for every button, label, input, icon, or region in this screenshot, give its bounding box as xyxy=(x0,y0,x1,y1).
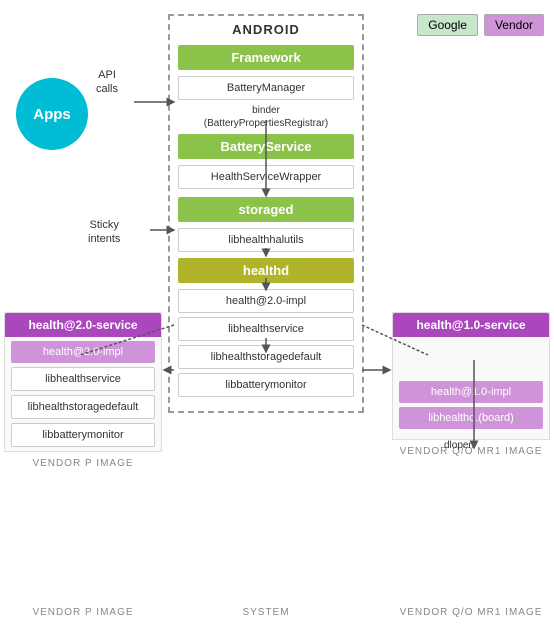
vendor-p-header: health@2.0-service xyxy=(5,313,161,337)
vendor-p-inner: health@2.0-service health@2.0-impl libhe… xyxy=(4,312,162,452)
api-calls-label: APIcalls xyxy=(96,68,118,97)
dlopen-label: dlopen xyxy=(444,440,474,451)
sticky-intents-label: Stickyintents xyxy=(88,218,120,247)
vendor-q-header: health@1.0-service xyxy=(393,313,549,337)
vendor-p-label: VENDOR P IMAGE xyxy=(4,458,162,469)
storaged-header: storaged xyxy=(178,197,354,222)
android-box: ANDROID Framework BatteryManager binder(… xyxy=(168,14,364,413)
system-label: SYSTEM xyxy=(168,607,364,618)
vendor-p-libbatterymonitor: libbatterymonitor xyxy=(11,423,155,447)
battery-manager-box: BatteryManager xyxy=(178,76,354,100)
framework-header: Framework xyxy=(178,45,354,70)
google-label: Google xyxy=(417,14,478,36)
healthd-section: healthd health@2.0-impl libhealthservice… xyxy=(170,258,362,397)
battery-service-header: BatteryService xyxy=(178,134,354,159)
android-libbatterymonitor-box: libbatterymonitor xyxy=(178,373,354,397)
vendor-p-libhealthservice: libhealthservice xyxy=(11,367,155,391)
vendor-p-bottom-label: VENDOR P IMAGE xyxy=(4,607,162,618)
healthd-header: healthd xyxy=(178,258,354,283)
vendor-q-impl: health@1.0-impl xyxy=(399,381,543,403)
vendor-q-libhealthd: libhealthd.(board) xyxy=(399,407,543,429)
vendor-label: Vendor xyxy=(484,14,544,36)
vendor-p-impl: health@2.0-impl xyxy=(11,341,155,363)
android-health20impl-box: health@2.0-impl xyxy=(178,289,354,313)
top-labels: Google Vendor xyxy=(417,14,544,36)
android-libhealthservice-box: libhealthservice xyxy=(178,317,354,341)
vendor-q-bottom-label: VENDOR Q/O MR1 IMAGE xyxy=(392,607,550,618)
apps-label: Apps xyxy=(33,106,71,123)
apps-circle: Apps xyxy=(16,78,88,150)
health-service-wrapper-box: HealthServiceWrapper xyxy=(178,165,354,189)
diagram: Google Vendor Apps APIcalls Stickyintent… xyxy=(0,0,554,626)
vendor-p-libhealthstoragedefault: libhealthstoragedefault xyxy=(11,395,155,419)
libhealthhalutils-box: libhealthhalutils xyxy=(178,228,354,252)
vendor-q-box: health@1.0-service health@1.0-impl libhe… xyxy=(392,312,550,457)
vendor-q-inner: health@1.0-service health@1.0-impl libhe… xyxy=(392,312,550,440)
android-title: ANDROID xyxy=(170,16,362,45)
binder-label: binder(BatteryPropertiesRegistrar) xyxy=(178,104,354,130)
android-libhealthstoragedefault-box: libhealthstoragedefault xyxy=(178,345,354,369)
vendor-p-box: health@2.0-service health@2.0-impl libhe… xyxy=(4,312,162,469)
